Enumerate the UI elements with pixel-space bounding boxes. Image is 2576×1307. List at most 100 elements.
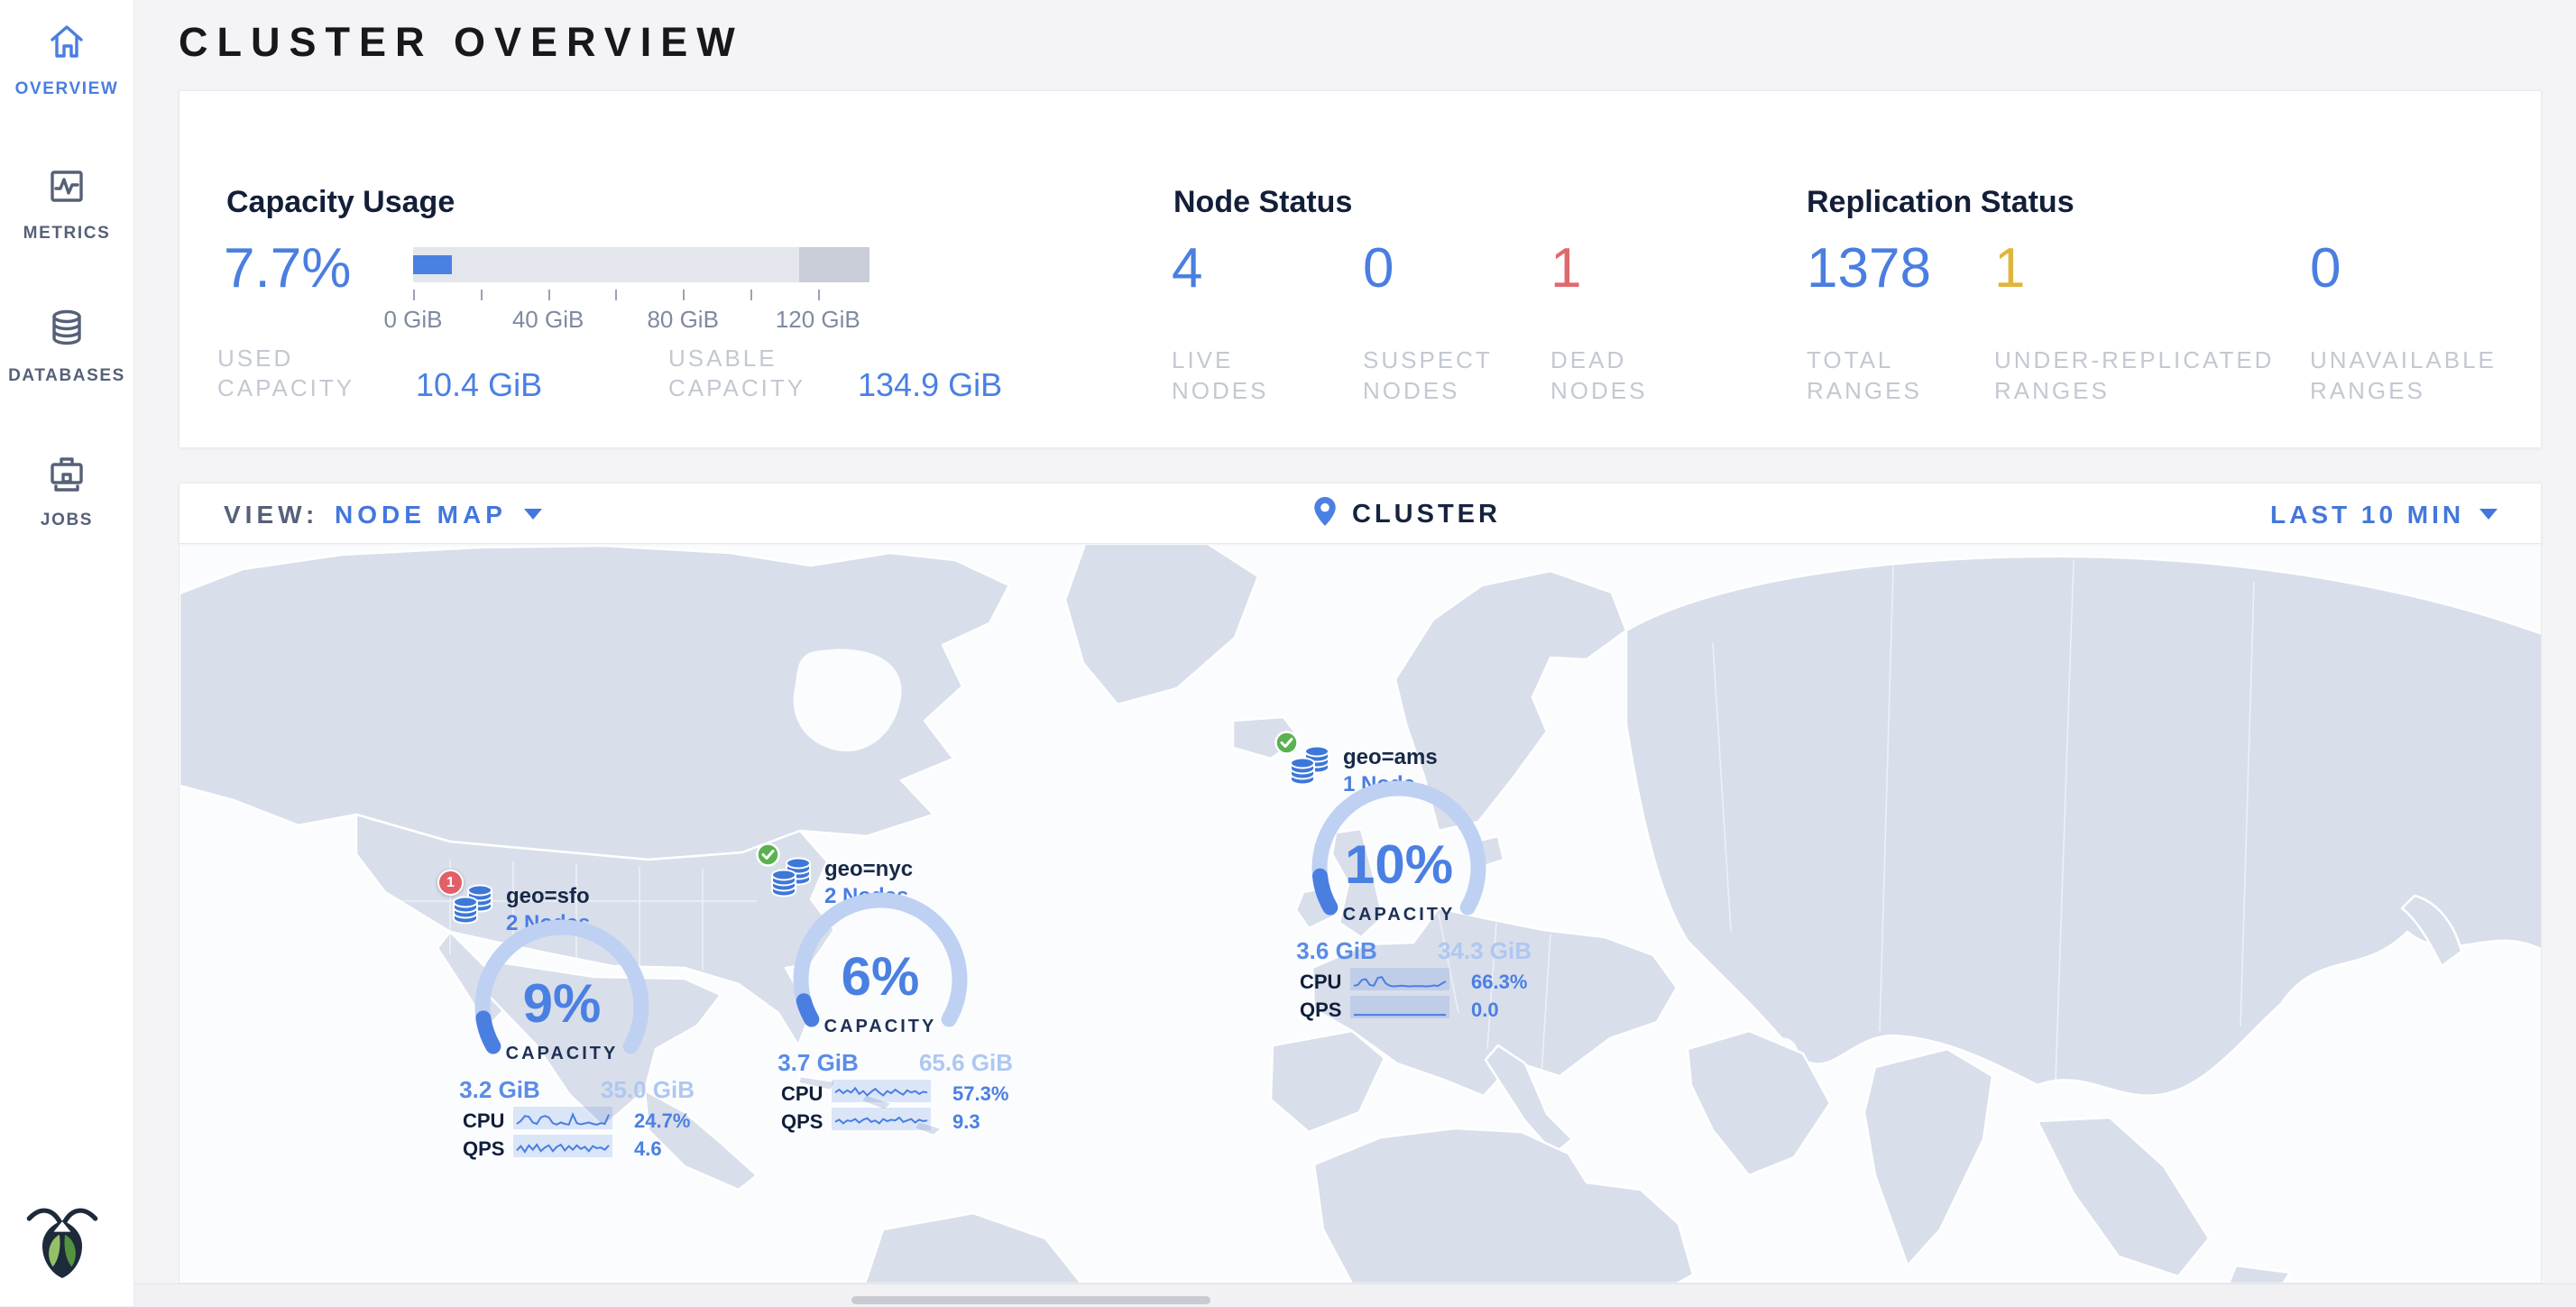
sidebar-item-metrics[interactable]: METRICS <box>0 164 133 244</box>
cpu-label: CPU <box>463 1109 504 1133</box>
capacity-usage-title: Capacity Usage <box>226 185 455 220</box>
locality-label[interactable]: geo=ams <box>1343 745 1438 770</box>
stat-label-line2: RANGES <box>1994 375 2274 406</box>
summary-card: Capacity Usage 7.7% 0 GiB 40 GiB 80 GiB 120… <box>179 90 2542 448</box>
gauge-total-value: 65.6 GiB <box>907 1049 1025 1077</box>
stat-label-line2: NODES <box>1172 375 1268 406</box>
gauge-capacity-caption: CAPACITY <box>786 1017 975 1037</box>
axis-tick <box>818 290 820 300</box>
gauge-percent-value: 10% <box>1304 838 1494 892</box>
horizontal-scrollbar-thumb[interactable] <box>851 1296 1210 1304</box>
map-node-group[interactable]: geo=nyc 2 Nodes 6% CAPACITY 3.7 GiB 65.6… <box>752 839 1050 1146</box>
map-node-group[interactable]: 1 geo=sfo 2 Nodes 9% CAPACITY 3.2 Gi <box>434 866 731 1173</box>
cpu-metric-row: CPU 66.3% <box>1271 968 1569 993</box>
cockroachdb-logo <box>23 1200 101 1279</box>
stat-label-line1: DEAD <box>1550 345 1647 375</box>
stat-label-line1: TOTAL <box>1807 345 1931 375</box>
stat-label-line1: SUSPECT <box>1363 345 1493 375</box>
chevron-down-icon[interactable] <box>2479 509 2498 520</box>
chevron-down-icon[interactable] <box>524 509 542 520</box>
summary-stat: 0SUSPECTNODES <box>1363 241 1493 406</box>
gauge-capacity-caption: CAPACITY <box>467 1044 657 1064</box>
stat-value: 0 <box>1363 241 1493 297</box>
axis-tick <box>548 290 550 300</box>
time-range-selector[interactable]: LAST 10 MIN <box>2270 501 2464 529</box>
stat-label-line1: LIVE <box>1172 345 1268 375</box>
breadcrumb-cluster[interactable]: CLUSTER <box>1352 500 1501 529</box>
qps-sparkline <box>1350 996 1449 1018</box>
view-selector[interactable]: NODE MAP <box>335 501 507 529</box>
home-icon <box>45 20 88 63</box>
qps-label: QPS <box>781 1110 823 1134</box>
map-pin-icon <box>1314 497 1336 526</box>
cpu-sparkline <box>513 1107 612 1129</box>
gauge-used-value: 3.7 GiB <box>759 1049 877 1077</box>
gauge-used-value: 3.2 GiB <box>441 1076 558 1104</box>
sidebar-item-label: METRICS <box>0 224 133 244</box>
qps-metric-row: QPS 0.0 <box>1271 996 1569 1021</box>
sidebar-item-label: OVERVIEW <box>0 79 133 99</box>
axis-tick <box>750 290 752 300</box>
horizontal-scrollbar-track <box>0 1284 2576 1307</box>
summary-stat: 4 LIVENODES <box>1172 241 1268 406</box>
qps-label: QPS <box>1300 999 1341 1022</box>
used-capacity-label-line2: CAPACITY <box>217 374 354 402</box>
qps-value: 9.3 <box>952 1110 980 1134</box>
sidebar: OVERVIEW METRICS DATABASES JOBS <box>0 0 134 1306</box>
cpu-value: 24.7% <box>634 1109 690 1133</box>
cpu-label: CPU <box>781 1082 823 1106</box>
axis-tick <box>481 290 483 300</box>
page-title: CLUSTER OVERVIEW <box>179 20 744 65</box>
capacity-bar-used-segment <box>413 255 452 274</box>
qps-metric-row: QPS 4.6 <box>434 1135 731 1160</box>
usable-capacity-label-line1: USABLE <box>668 345 777 373</box>
view-toolbar: VIEW: NODE MAP CLUSTER LAST 10 MIN <box>179 483 2542 544</box>
capacity-bar-tick-labels: 0 GiB40 GiB80 GiB120 GiB <box>413 306 918 333</box>
locality-label[interactable]: geo=sfo <box>506 884 590 909</box>
sidebar-item-overview[interactable]: OVERVIEW <box>0 20 133 99</box>
capacity-bar-ticks <box>413 290 869 300</box>
sidebar-item-label: DATABASES <box>0 366 133 386</box>
map-node-group[interactable]: geo=ams 1 Node 10% CAPACITY 3.6 GiB 34.3… <box>1271 727 1569 1034</box>
sidebar-item-label: JOBS <box>0 511 133 530</box>
used-capacity-label-line1: USED <box>217 345 293 373</box>
cluster-overview-page: OVERVIEW METRICS DATABASES JOBS <box>0 0 2576 1306</box>
qps-label: QPS <box>463 1137 504 1161</box>
qps-value: 0.0 <box>1471 999 1499 1022</box>
stat-label-line2: RANGES <box>1807 375 1931 406</box>
cpu-sparkline <box>1350 968 1449 990</box>
stat-value: 4 <box>1172 241 1268 297</box>
summary-stat: 1 UNDER-REPLICATEDRANGES <box>1994 241 2274 406</box>
capacity-percent-value: 7.7% <box>224 241 351 297</box>
qps-value: 4.6 <box>634 1137 662 1161</box>
axis-tick-label: 120 GiB <box>759 306 877 334</box>
usable-capacity-label-line2: CAPACITY <box>668 374 805 402</box>
cpu-value: 57.3% <box>952 1082 1008 1106</box>
axis-tick-label: 80 GiB <box>624 306 741 334</box>
summary-stat: 1378TOTALRANGES <box>1807 241 1931 406</box>
cpu-label: CPU <box>1300 971 1341 994</box>
axis-tick <box>683 290 685 300</box>
axis-tick-label: 0 GiB <box>354 306 472 334</box>
view-label: VIEW: <box>224 501 318 529</box>
gauge-percent-value: 9% <box>467 977 657 1031</box>
capacity-bar <box>413 247 869 282</box>
qps-metric-row: QPS 9.3 <box>752 1108 1050 1133</box>
stat-label-line1: UNDER-REPLICATED <box>1994 345 2274 375</box>
summary-stat: 1DEADNODES <box>1550 241 1647 406</box>
locality-label[interactable]: geo=nyc <box>824 857 913 882</box>
gauge-used-value: 3.6 GiB <box>1278 937 1395 965</box>
sidebar-item-databases[interactable]: DATABASES <box>0 307 133 386</box>
axis-tick <box>413 290 415 300</box>
cpu-sparkline <box>832 1080 931 1102</box>
qps-sparkline <box>832 1108 931 1130</box>
cpu-metric-row: CPU 57.3% <box>752 1080 1050 1105</box>
capacity-bar-reserved-segment <box>799 247 869 282</box>
cpu-metric-row: CPU 24.7% <box>434 1107 731 1132</box>
stat-value: 1 <box>1994 241 2274 297</box>
axis-tick-label: 40 GiB <box>490 306 607 334</box>
gauge-percent-value: 6% <box>786 950 975 1004</box>
summary-stat: 0UNAVAILABLERANGES <box>2310 241 2497 406</box>
stat-label-line2: NODES <box>1550 375 1647 406</box>
sidebar-item-jobs[interactable]: JOBS <box>0 451 133 530</box>
